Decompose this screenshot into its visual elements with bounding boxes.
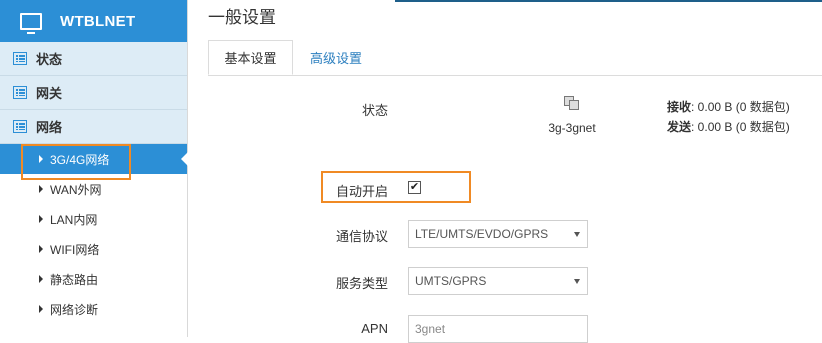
- chevron-down-icon: [574, 279, 580, 284]
- monitor-icon: [20, 12, 42, 34]
- sidebar-item-network[interactable]: 网络: [0, 110, 187, 144]
- network-icon: [564, 96, 579, 110]
- status-label: 状态: [361, 103, 388, 118]
- brand-header: WTBLNET: [0, 0, 187, 42]
- sidebar-subitem-label: WAN外网: [50, 182, 102, 197]
- service-type-select[interactable]: UMTS/GPRS: [408, 267, 588, 295]
- sidebar-subitem-label: WIFI网络: [50, 242, 100, 257]
- tab-basic-settings[interactable]: 基本设置: [208, 40, 293, 75]
- interface-name: 3g-3gnet: [548, 121, 596, 135]
- service-type-label: 服务类型: [335, 276, 388, 291]
- sidebar-subitem-lan[interactable]: LAN内网: [0, 204, 187, 234]
- rx-stats: 接收: 0.00 B (0 数据包): [667, 98, 790, 115]
- caret-right-icon: [39, 305, 43, 313]
- sidebar-item-status[interactable]: 状态: [0, 42, 187, 76]
- protocol-select[interactable]: LTE/UMTS/EVDO/GPRS: [408, 220, 588, 248]
- tab-advanced-settings[interactable]: 高级设置: [293, 40, 379, 75]
- tx-stats: 发送: 0.00 B (0 数据包): [667, 118, 790, 135]
- page-title: 一般设置: [208, 8, 276, 27]
- highlight-box-autostart: [321, 171, 471, 203]
- sidebar-item-label: 网关: [36, 86, 63, 101]
- list-icon: [13, 52, 27, 65]
- highlight-box-3g4g: [21, 144, 131, 180]
- tx-value: : 0.00 B (0 数据包): [691, 120, 790, 134]
- caret-right-icon: [39, 245, 43, 253]
- protocol-value: LTE/UMTS/EVDO/GPRS: [415, 227, 549, 241]
- sidebar-subitem-static-route[interactable]: 静态路由: [0, 264, 187, 294]
- tx-label: 发送: [667, 120, 692, 134]
- sidebar-item-label: 网络: [36, 120, 63, 135]
- caret-right-icon: [39, 185, 43, 193]
- sidebar-subitem-wifi[interactable]: WIFI网络: [0, 234, 187, 264]
- sidebar: WTBLNET 状态 网关 网络 3G/4G网络 WAN外网 LAN内网 WIF…: [0, 0, 188, 337]
- list-icon: [13, 120, 27, 133]
- apn-label: APN: [361, 321, 388, 336]
- tab-bar: 基本设置 高级设置: [208, 40, 822, 76]
- top-accent-line: [395, 0, 822, 2]
- caret-right-icon: [39, 275, 43, 283]
- sidebar-subitem-label: LAN内网: [50, 212, 98, 227]
- caret-right-icon: [39, 215, 43, 223]
- service-type-value: UMTS/GPRS: [415, 274, 487, 288]
- list-icon: [13, 86, 27, 99]
- apn-input[interactable]: 3gnet: [408, 315, 588, 343]
- protocol-label: 通信协议: [335, 229, 388, 244]
- brand-title: WTBLNET: [60, 12, 136, 30]
- rx-value: : 0.00 B (0 数据包): [691, 100, 790, 114]
- rx-label: 接收: [667, 100, 692, 114]
- sidebar-item-gateway[interactable]: 网关: [0, 76, 187, 110]
- sidebar-subitem-diagnostics[interactable]: 网络诊断: [0, 294, 187, 324]
- chevron-down-icon: [574, 232, 580, 237]
- sidebar-subitem-label: 网络诊断: [50, 302, 99, 317]
- sidebar-item-label: 状态: [36, 52, 63, 67]
- sidebar-subitem-label: 静态路由: [50, 272, 99, 287]
